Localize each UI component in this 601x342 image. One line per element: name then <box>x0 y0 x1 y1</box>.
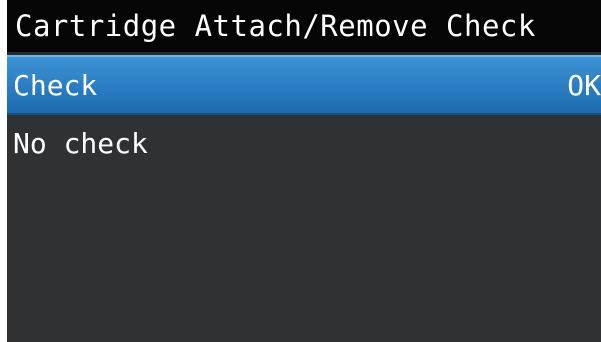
menu-list: Check OK No check <box>7 55 601 175</box>
menu-item-no-check[interactable]: No check <box>7 115 601 175</box>
menu-item-label: Check <box>13 69 98 102</box>
menu-item-value: OK <box>567 69 601 102</box>
title-bar: Cartridge Attach/Remove Check <box>7 0 601 55</box>
menu-item-check[interactable]: Check OK <box>7 55 601 115</box>
lcd-screen: Cartridge Attach/Remove Check Check OK N… <box>7 0 601 342</box>
menu-item-label: No check <box>13 127 148 160</box>
screen-title: Cartridge Attach/Remove Check <box>15 9 536 43</box>
